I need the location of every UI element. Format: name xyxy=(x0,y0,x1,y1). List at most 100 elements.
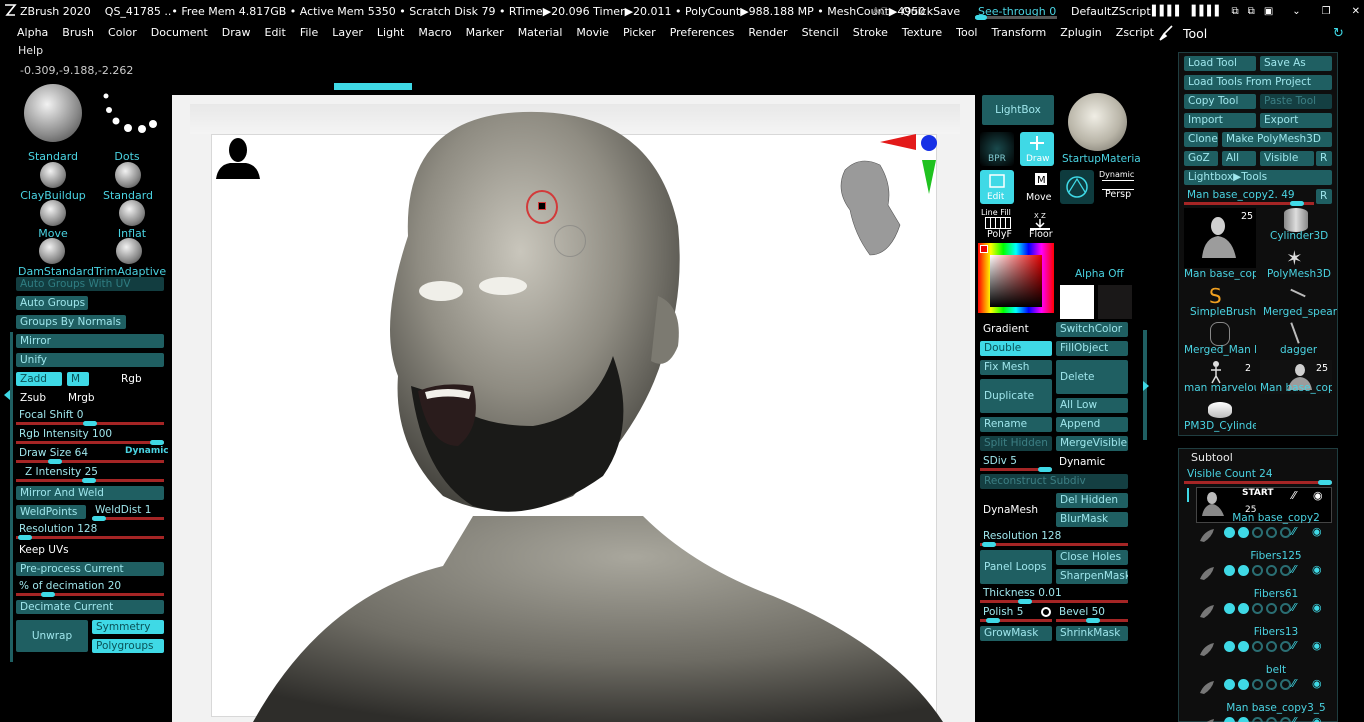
bevel-knob[interactable] xyxy=(1086,618,1100,623)
tool-label-5[interactable]: Merged_Man ba xyxy=(1184,344,1256,356)
close-icon[interactable]: ✕ xyxy=(1352,6,1360,17)
m-button[interactable]: M xyxy=(67,372,89,386)
subtool-toggle-icon[interactable] xyxy=(1266,527,1277,538)
merged-man-icon[interactable] xyxy=(1210,322,1230,346)
see-through-knob[interactable] xyxy=(975,15,987,20)
brush-dots[interactable]: Dots xyxy=(94,88,160,163)
subtool-row[interactable]: Fibers13 ⁄⁄ ◉ xyxy=(1196,626,1336,665)
menu-preferences[interactable]: Preferences xyxy=(670,26,735,39)
mergevisible-button[interactable]: MergeVisible xyxy=(1056,436,1128,451)
dynamic-subdiv-toggle[interactable]: Dynamic xyxy=(1059,456,1105,468)
lightbox-button[interactable]: LightBox xyxy=(982,95,1054,125)
goz-button[interactable]: GoZ xyxy=(1184,151,1218,166)
del-hidden-button[interactable]: Del Hidden xyxy=(1056,493,1128,508)
subtool-toggle-icon[interactable] xyxy=(1266,679,1277,690)
swap-ui-icon[interactable]: ⧉ xyxy=(1232,6,1239,17)
visible-count-slider[interactable]: Visible Count 24 xyxy=(1187,468,1273,480)
subtool-row-eye-icon[interactable]: ◉ xyxy=(1312,715,1322,722)
menu-stroke[interactable]: Stroke xyxy=(853,26,888,39)
load-tools-from-project-button[interactable]: Load Tools From Project xyxy=(1184,75,1332,90)
subtool-toggle-icon[interactable] xyxy=(1224,527,1235,538)
subtool-row-eye-icon[interactable]: ◉ xyxy=(1312,563,1322,576)
ui-color-icon[interactable]: ▣ xyxy=(1264,6,1273,17)
decimation-slider[interactable]: % of decimation 20 xyxy=(19,580,121,592)
unwrap-button[interactable]: Unwrap xyxy=(16,620,88,652)
rgb-button[interactable]: Rgb xyxy=(121,373,142,385)
draw-size-knob[interactable] xyxy=(48,459,62,464)
dynamesh-resolution-knob[interactable] xyxy=(982,542,996,547)
subtool-toggle-icon[interactable] xyxy=(1238,717,1249,722)
switchcolor-button[interactable]: SwitchColor xyxy=(1056,322,1128,337)
fix-mesh-button[interactable]: Fix Mesh xyxy=(980,360,1052,375)
all-low-button[interactable]: All Low xyxy=(1056,398,1128,413)
alpha-white-swatch[interactable] xyxy=(1060,285,1094,319)
welddist-knob[interactable] xyxy=(92,516,106,521)
duplicate-button[interactable]: Duplicate xyxy=(980,379,1052,413)
subtool-toggle-icon[interactable] xyxy=(1280,527,1291,538)
sdiv-knob[interactable] xyxy=(1038,467,1052,472)
double-button[interactable]: Double xyxy=(980,341,1052,356)
dynamesh-resolution-slider[interactable]: Resolution 128 xyxy=(983,530,1061,542)
menu-macro[interactable]: Macro xyxy=(418,26,451,39)
bevel-slider[interactable]: Bevel 50 xyxy=(1059,606,1105,618)
shrinkmask-button[interactable]: ShrinkMask xyxy=(1056,626,1128,641)
help-menu[interactable]: Help xyxy=(18,44,43,57)
panel-loops-button[interactable]: Panel Loops xyxy=(980,550,1052,584)
tool-label-9[interactable]: PM3D_Cylinder3 xyxy=(1184,420,1256,432)
tool-label-0[interactable]: Man base_copy xyxy=(1184,268,1256,280)
fillobject-button[interactable]: FillObject xyxy=(1056,341,1128,356)
subtool-toggle-icon[interactable] xyxy=(1224,603,1235,614)
main-color-swatch[interactable] xyxy=(980,245,988,253)
clone-button[interactable]: Clone xyxy=(1184,132,1218,147)
tool-label-4[interactable]: Merged_spear xyxy=(1263,306,1337,318)
subtool-toggle-icon[interactable] xyxy=(1266,717,1277,722)
refresh-icon[interactable]: ↻ xyxy=(1333,26,1344,41)
quicksave-button[interactable]: QuickSave xyxy=(902,0,960,22)
subtool-toggle-icon[interactable] xyxy=(1238,641,1249,652)
subtool-row[interactable]: Fibers61 ⁄⁄ ◉ xyxy=(1196,588,1336,627)
import-button[interactable]: Import xyxy=(1184,113,1256,128)
weldpoints-button[interactable]: WeldPoints xyxy=(16,505,86,519)
lightbox-tools-button[interactable]: Lightbox▶Tools xyxy=(1184,170,1332,185)
goz-r-button[interactable]: R xyxy=(1316,151,1332,166)
brush-standard-large[interactable]: Standard xyxy=(20,84,86,163)
menu-file[interactable]: File xyxy=(300,26,318,39)
polygroups-toggle[interactable]: Polygroups xyxy=(92,639,164,653)
thickness-slider[interactable]: Thickness 0.01 xyxy=(983,587,1062,599)
subtool-toggle-icon[interactable] xyxy=(1252,641,1263,652)
navigation-gizmo[interactable] xyxy=(830,130,942,260)
subtool-toggle-icon[interactable] xyxy=(1266,565,1277,576)
resolution-slider[interactable]: Resolution 128 xyxy=(19,523,97,535)
subtool-toggle-icon[interactable] xyxy=(1280,717,1291,722)
decimation-knob[interactable] xyxy=(41,592,55,597)
subtool-scrollbar[interactable] xyxy=(1187,488,1189,502)
subtool-row[interactable]: Fibers125 ⁄⁄ ◉ xyxy=(1196,550,1336,589)
chevron-down-icon[interactable]: ⌄ xyxy=(1292,6,1300,17)
menu-material[interactable]: Material xyxy=(518,26,563,39)
polish-toggle-icon[interactable] xyxy=(1041,607,1051,617)
z-intensity-slider[interactable]: Z Intensity 25 xyxy=(25,466,98,478)
tool-label-2[interactable]: PolyMesh3D xyxy=(1267,268,1331,280)
keep-uvs-toggle[interactable]: Keep UVs xyxy=(19,544,69,556)
brush-standard[interactable]: Standard xyxy=(95,162,161,202)
subtool-toggle-icon[interactable] xyxy=(1252,679,1263,690)
zsub-button[interactable]: Zsub xyxy=(20,392,46,404)
brush-damstandard[interactable]: DamStandard xyxy=(18,238,94,278)
sdiv-slider[interactable]: SDiv 5 xyxy=(983,455,1017,467)
man-marvelous-icon[interactable] xyxy=(1208,360,1224,384)
menu-draw[interactable]: Draw xyxy=(222,26,251,39)
thickness-knob[interactable] xyxy=(1018,599,1032,604)
subtool-toggle-icon[interactable] xyxy=(1238,565,1249,576)
rotate-button[interactable] xyxy=(1060,170,1094,204)
subtool-toggle-icon[interactable] xyxy=(1224,679,1235,690)
split-hidden-button[interactable]: Split Hidden xyxy=(980,436,1052,451)
subtool-row[interactable]: Man base_copy2 ⁄⁄ ◉ xyxy=(1196,512,1336,551)
symmetry-toggle[interactable]: Symmetry xyxy=(92,620,164,634)
alpha-dark-swatch[interactable] xyxy=(1098,285,1132,319)
simplebrush-s-icon[interactable]: S xyxy=(1209,285,1222,307)
subtool-toggle-icon[interactable] xyxy=(1238,527,1249,538)
cylinder3d-icon[interactable] xyxy=(1284,208,1308,232)
current-tool-slider[interactable]: Man base_copy2. 49 xyxy=(1187,189,1295,201)
restore-icon[interactable]: ❐ xyxy=(1322,6,1331,17)
rgb-intensity-slider[interactable]: Rgb Intensity 100 xyxy=(19,428,112,440)
